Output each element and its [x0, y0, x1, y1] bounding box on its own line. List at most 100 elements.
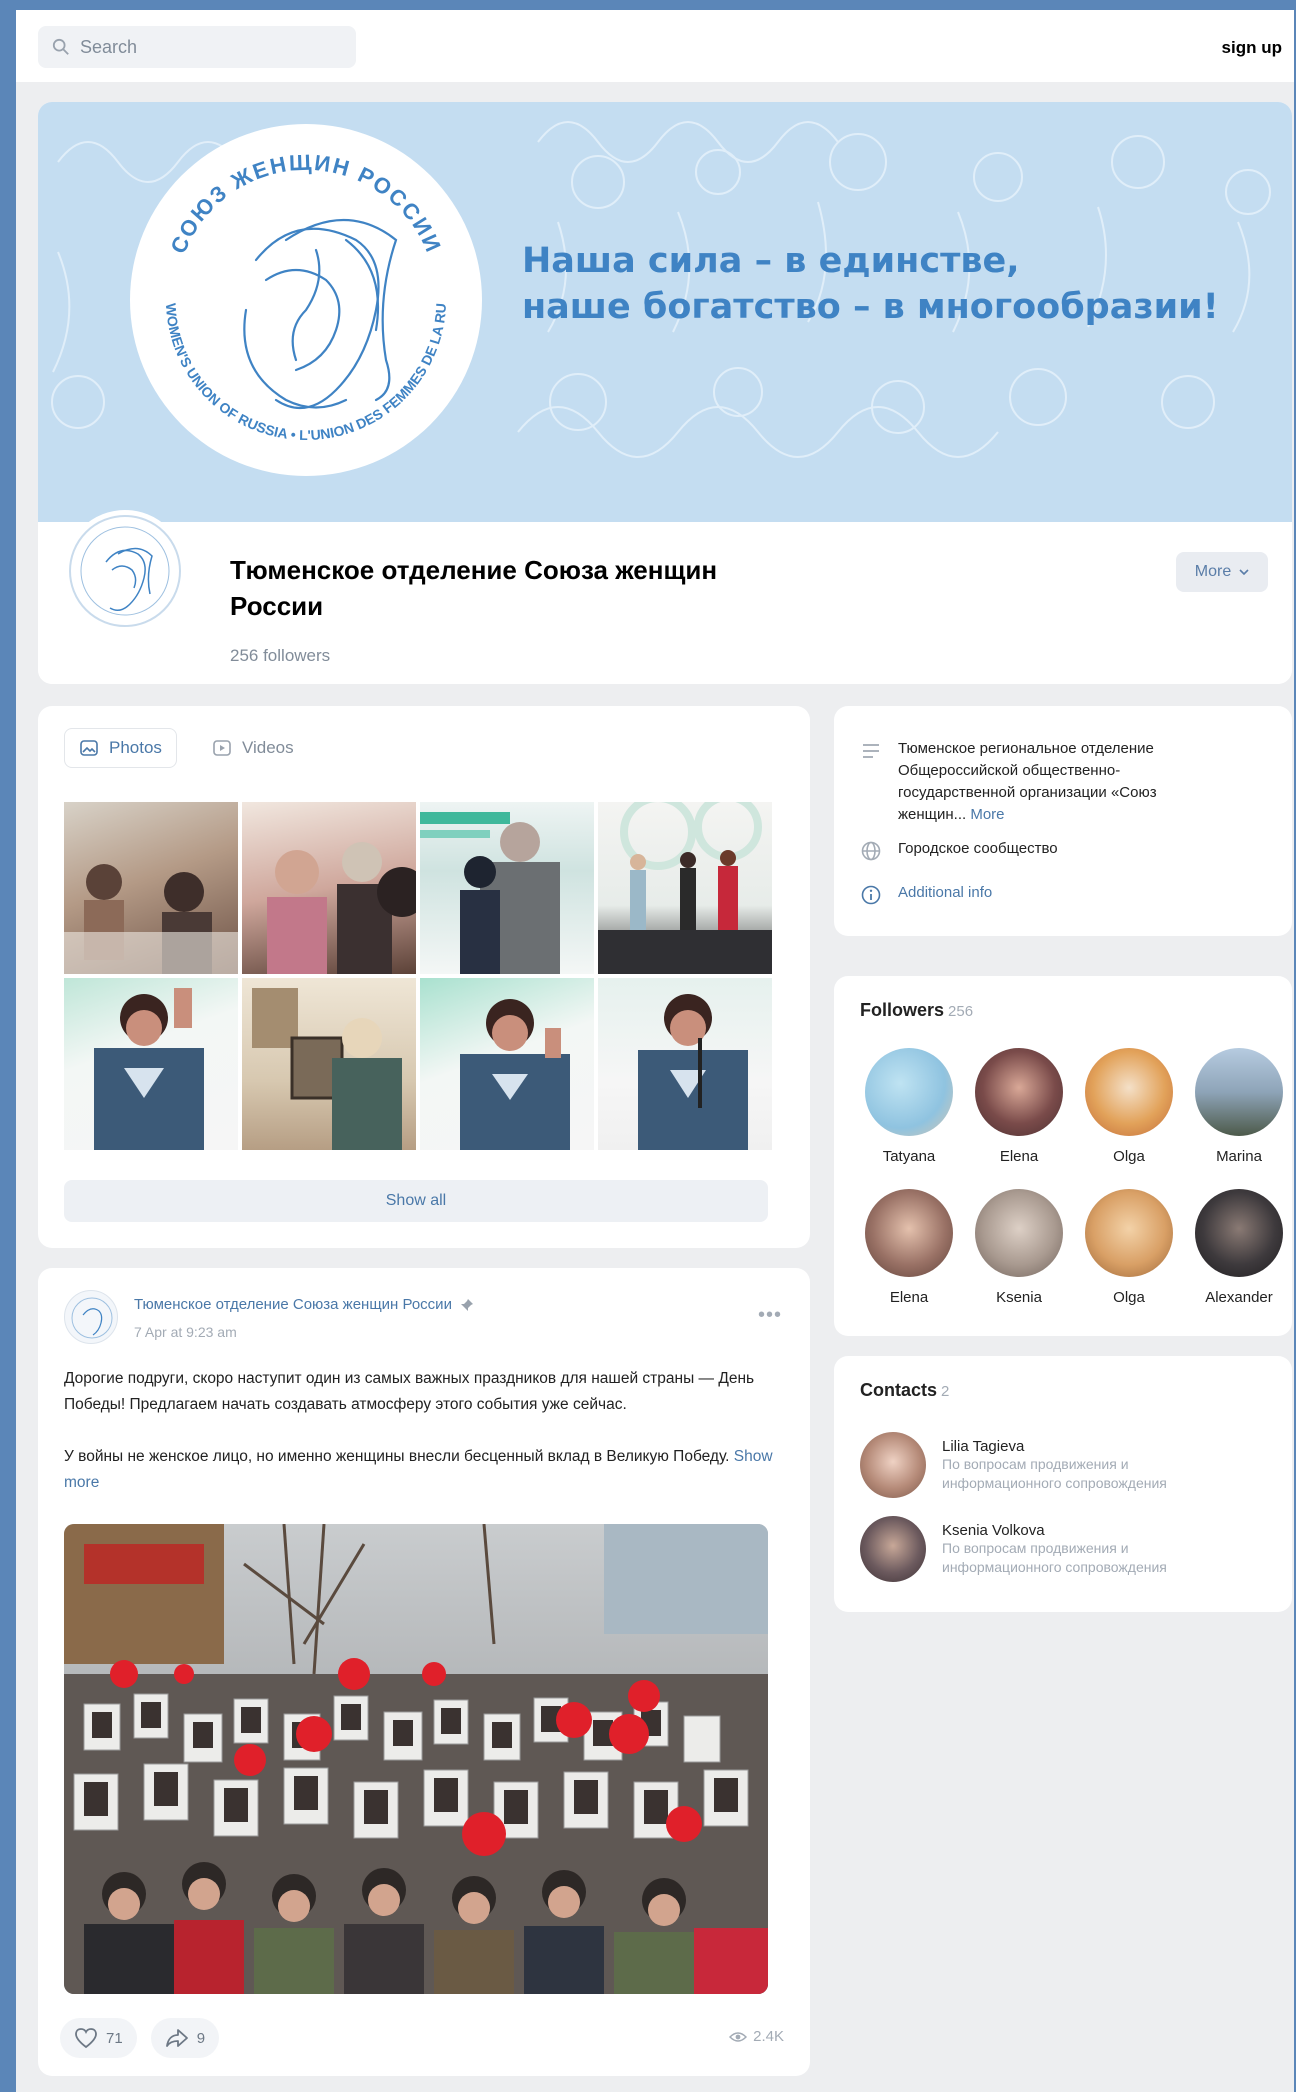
- follower-item[interactable]: Olga: [1074, 1189, 1184, 1306]
- post-paragraph-text: У войны не женское лицо, но именно женщи…: [64, 1448, 730, 1465]
- photo-grid: [64, 802, 772, 1150]
- photo-icon: [80, 740, 98, 756]
- followers-title[interactable]: Followers 256: [860, 1000, 973, 1021]
- photo-thumbnail[interactable]: [598, 978, 772, 1150]
- search-box[interactable]: [38, 26, 356, 68]
- group-category: Городское сообщество: [898, 840, 1058, 857]
- media-card: Photos Videos Show all: [38, 706, 810, 1248]
- follower-item[interactable]: Tatyana: [854, 1048, 964, 1165]
- follower-item[interactable]: Ksenia: [964, 1189, 1074, 1306]
- tab-photos-label: Photos: [109, 738, 162, 757]
- avatar: [975, 1189, 1063, 1277]
- group-logo-icon: [71, 1297, 113, 1339]
- search-input[interactable]: [80, 36, 330, 58]
- post-author-label: Тюменское отделение Союза женщин России: [134, 1296, 452, 1313]
- post-card: Тюменское отделение Союза женщин России …: [38, 1268, 810, 2076]
- eye-icon: [729, 2031, 748, 2042]
- contact-role: По вопросам продвижения и информационног…: [942, 1539, 1167, 1575]
- follower-name: Olga: [1113, 1148, 1145, 1165]
- cover-image: СОЮЗ ЖЕНЩИН РОССИИ THE WOMEN'S UNION OF …: [38, 102, 1292, 522]
- contact-name: Lilia Tagieva: [942, 1437, 1025, 1455]
- avatar: [1085, 1048, 1173, 1136]
- post-image[interactable]: [64, 1524, 768, 1994]
- tab-videos[interactable]: Videos: [197, 728, 309, 768]
- contact-info: Ksenia Volkova По вопросам продвижения и…: [942, 1522, 1242, 1577]
- photo-thumbnail[interactable]: [64, 802, 238, 974]
- post-author-avatar[interactable]: [64, 1290, 118, 1344]
- avatar: [975, 1048, 1063, 1136]
- contact-item[interactable]: Ksenia Volkova По вопросам продвижения и…: [860, 1516, 1242, 1582]
- info-description-row: Тюменское региональное отделение Общерос…: [860, 738, 1228, 826]
- photo-thumbnail[interactable]: [242, 978, 416, 1150]
- tab-videos-label: Videos: [241, 738, 294, 757]
- slogan-line-1: Наша сила – в единстве,: [522, 241, 1020, 281]
- tab-photos[interactable]: Photos: [64, 728, 177, 768]
- group-description: Тюменское региональное отделение Общерос…: [898, 738, 1228, 826]
- followers-count[interactable]: 256 followers: [230, 646, 330, 666]
- info-icon: [861, 885, 881, 905]
- info-additional-row[interactable]: Additional info: [860, 882, 1228, 906]
- more-button[interactable]: More: [1176, 552, 1268, 592]
- contacts-title-label: Contacts: [860, 1380, 938, 1400]
- video-icon: [213, 740, 231, 756]
- photo-thumbnail[interactable]: [242, 802, 416, 974]
- group-avatar[interactable]: [64, 510, 186, 632]
- post-author-name[interactable]: Тюменское отделение Союза женщин России: [134, 1296, 474, 1313]
- share-count: 9: [196, 2029, 206, 2047]
- description-more-link[interactable]: More: [970, 806, 1004, 823]
- follower-name: Tatyana: [882, 1148, 936, 1165]
- cover-slogan: Наша сила – в единстве, наше богатство –…: [522, 238, 1262, 330]
- group-name: Тюменское отделение Союза женщин России: [230, 555, 718, 621]
- share-button[interactable]: 9: [150, 2018, 220, 2058]
- post-actions: 71 9: [60, 2018, 220, 2058]
- slogan-line-2: наше богатство – в многообразии!: [522, 287, 1219, 327]
- sign-up-link[interactable]: sign up: [1222, 38, 1282, 58]
- photo-thumbnail[interactable]: [420, 802, 594, 974]
- contact-item[interactable]: Lilia Tagieva По вопросам продвижения и …: [860, 1432, 1242, 1498]
- pin-icon: [461, 1299, 474, 1312]
- chevron-down-icon: [1239, 569, 1249, 575]
- avatar: [1085, 1189, 1173, 1277]
- group-profile: Тюменское отделение Союза женщин России …: [38, 510, 1292, 684]
- avatar: [1195, 1189, 1283, 1277]
- follower-item[interactable]: Olga: [1074, 1048, 1184, 1165]
- share-icon: [165, 2029, 188, 2047]
- post-photo: [64, 1524, 768, 1994]
- photo-thumbnail[interactable]: [598, 802, 772, 974]
- follower-item[interactable]: Elena: [964, 1048, 1074, 1165]
- top-bar: sign up: [16, 10, 1294, 82]
- follower-item[interactable]: Marina: [1184, 1048, 1294, 1165]
- views-count: 2.4K: [753, 2028, 784, 2045]
- group-logo-icon: [69, 515, 181, 627]
- followers-card: Followers 256 Tatyana Elena Olga Marina E…: [834, 976, 1292, 1336]
- post-date[interactable]: 7 Apr at 9:23 am: [134, 1324, 237, 1340]
- contact-name: Ksenia Volkova: [942, 1521, 1045, 1539]
- like-count: 71: [106, 2029, 123, 2047]
- like-button[interactable]: 71: [60, 2018, 137, 2058]
- follower-name: Elena: [999, 1148, 1039, 1165]
- contacts-title[interactable]: Contacts 2: [860, 1380, 949, 1401]
- avatar: [860, 1516, 926, 1582]
- media-tabs: Photos Videos: [64, 728, 309, 768]
- follower-name: Alexander: [1205, 1289, 1273, 1306]
- heart-icon: [75, 2028, 97, 2049]
- follower-name: Olga: [1113, 1289, 1145, 1306]
- avatar: [1195, 1048, 1283, 1136]
- follower-item[interactable]: Alexander: [1184, 1189, 1294, 1306]
- avatar: [865, 1189, 953, 1277]
- photo-thumbnail[interactable]: [64, 978, 238, 1150]
- follower-name: Marina: [1216, 1148, 1262, 1165]
- photo-thumbnail[interactable]: [420, 978, 594, 1150]
- followers-grid: Tatyana Elena Olga Marina Elena Ksenia O…: [854, 1048, 1294, 1306]
- views-counter: 2.4K: [729, 2028, 784, 2045]
- page: sign up: [16, 10, 1294, 2092]
- follower-name: Elena: [889, 1289, 929, 1306]
- show-all-button[interactable]: Show all: [64, 1180, 768, 1222]
- post-menu-icon[interactable]: •••: [758, 1304, 782, 1327]
- additional-info-link[interactable]: Additional info: [898, 882, 1228, 906]
- followers-title-label: Followers: [860, 1000, 945, 1020]
- contact-info: Lilia Tagieva По вопросам продвижения и …: [942, 1438, 1242, 1493]
- info-category-row: Городское сообщество: [860, 838, 1228, 862]
- contacts-title-count: 2: [941, 1383, 950, 1400]
- follower-item[interactable]: Elena: [854, 1189, 964, 1306]
